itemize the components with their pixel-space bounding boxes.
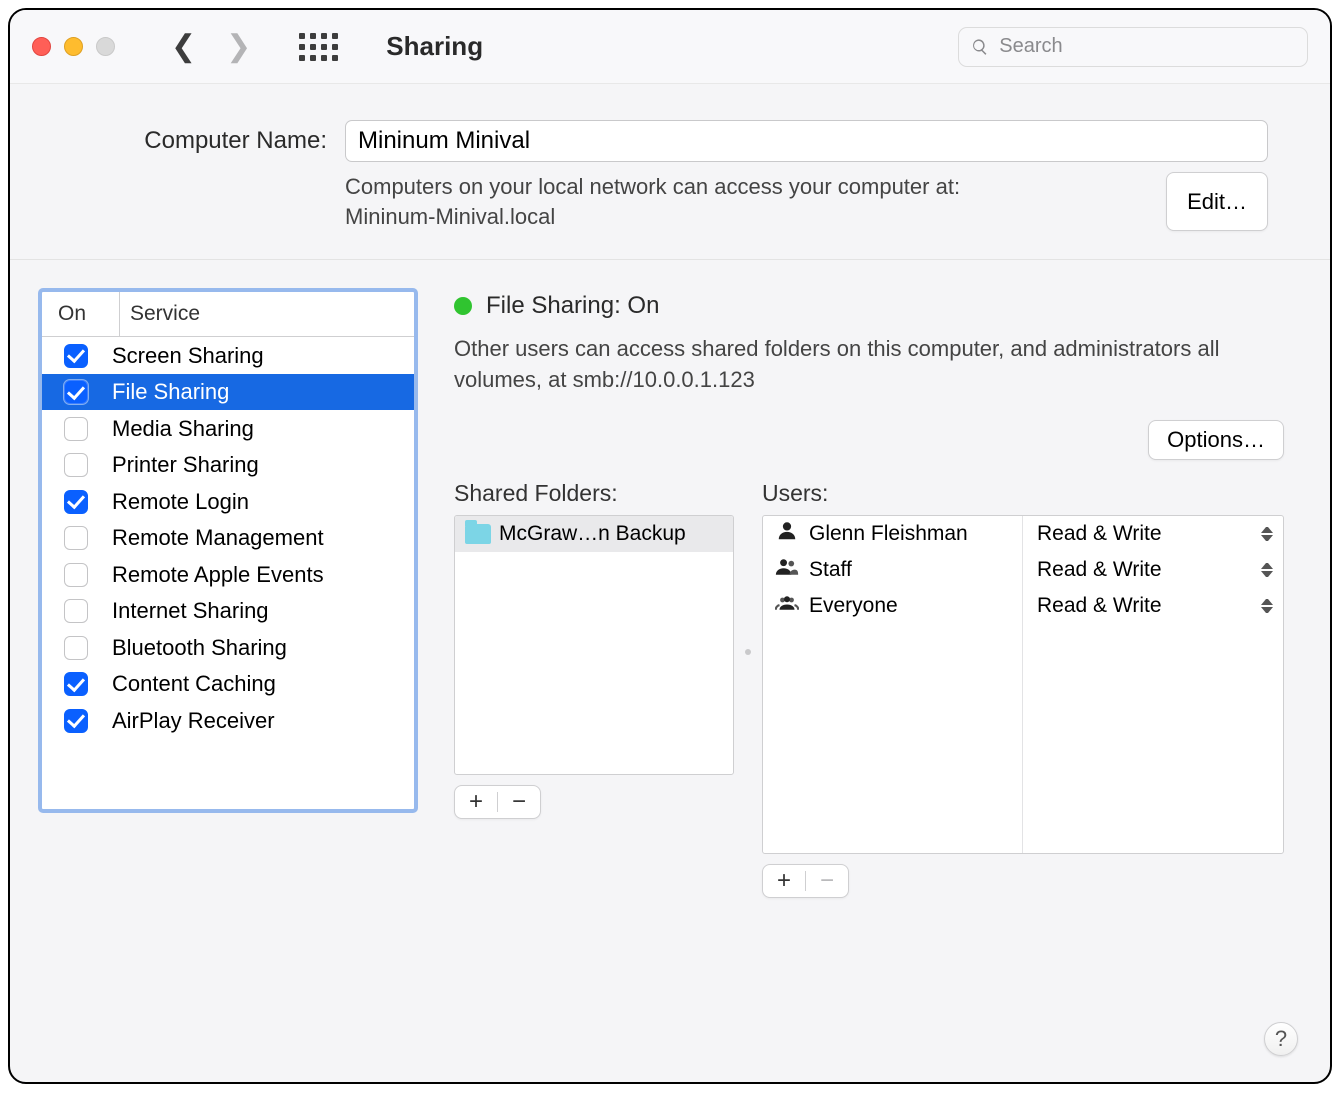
- service-name: Remote Management: [112, 525, 324, 551]
- service-name: Screen Sharing: [112, 343, 264, 369]
- status-description: Other users can access shared folders on…: [454, 334, 1254, 396]
- service-checkbox[interactable]: [64, 417, 88, 441]
- computer-name-label: Computer Name:: [72, 127, 327, 155]
- services-header-on: On: [42, 292, 120, 336]
- service-name: Internet Sharing: [112, 598, 269, 624]
- stepper-updown-icon: [1261, 563, 1273, 577]
- service-name: Printer Sharing: [112, 452, 259, 478]
- status-indicator-on-icon: [454, 297, 472, 315]
- status-line: File Sharing: On: [454, 292, 1284, 320]
- service-row[interactable]: Printer Sharing: [42, 447, 414, 484]
- service-checkbox[interactable]: [64, 599, 88, 623]
- service-row[interactable]: Bluetooth Sharing: [42, 629, 414, 666]
- sharing-preferences-window: ❮ ❯ Sharing Computer Name: Computers on …: [8, 8, 1332, 1084]
- folder-row[interactable]: McGraw…n Backup: [455, 516, 733, 552]
- titlebar: ❮ ❯ Sharing: [10, 10, 1330, 84]
- column-resize-grip-icon[interactable]: [745, 649, 751, 655]
- group-icon: [775, 556, 799, 584]
- shared-folders-label: Shared Folders:: [454, 480, 734, 507]
- service-checkbox[interactable]: [64, 490, 88, 514]
- services-list[interactable]: On Service Screen Sharing File Sharing Med…: [38, 288, 418, 813]
- remove-user-button: −: [806, 865, 848, 897]
- user-row[interactable]: Everyone: [763, 588, 1022, 624]
- service-checkbox[interactable]: [64, 563, 88, 587]
- users-list[interactable]: Glenn Fleishman Staff Everyone Read & Writ…: [762, 515, 1284, 854]
- service-checkbox[interactable]: [64, 344, 88, 368]
- service-row[interactable]: AirPlay Receiver: [42, 702, 414, 739]
- user-row[interactable]: Glenn Fleishman: [763, 516, 1022, 552]
- services-header-service: Service: [120, 292, 414, 336]
- service-row[interactable]: Remote Apple Events: [42, 556, 414, 593]
- service-name: File Sharing: [112, 379, 229, 405]
- edit-hostname-button[interactable]: Edit…: [1166, 172, 1268, 231]
- search-input[interactable]: [999, 35, 1295, 58]
- status-title: File Sharing: On: [486, 292, 659, 320]
- service-name: Media Sharing: [112, 416, 254, 442]
- folder-icon: [465, 524, 491, 544]
- person-icon: [775, 520, 799, 548]
- service-name: AirPlay Receiver: [112, 708, 275, 734]
- options-button[interactable]: Options…: [1148, 420, 1284, 460]
- permission-value: Read & Write: [1037, 594, 1162, 618]
- computer-name-input[interactable]: [345, 120, 1268, 162]
- permission-popup[interactable]: Read & Write: [1023, 552, 1283, 588]
- users-add-remove: + −: [762, 864, 849, 898]
- zoom-window-button[interactable]: [96, 37, 115, 56]
- folders-add-remove: + −: [454, 785, 541, 819]
- search-field[interactable]: [958, 27, 1308, 67]
- service-name: Remote Login: [112, 489, 249, 515]
- service-row[interactable]: Internet Sharing: [42, 593, 414, 630]
- service-name: Bluetooth Sharing: [112, 635, 287, 661]
- service-detail: File Sharing: On Other users can access …: [454, 288, 1284, 1054]
- user-name: Staff: [809, 558, 852, 582]
- add-folder-button[interactable]: +: [455, 786, 497, 818]
- service-name: Content Caching: [112, 671, 276, 697]
- service-checkbox[interactable]: [64, 672, 88, 696]
- traffic-lights: [32, 37, 115, 56]
- main-area: On Service Screen Sharing File Sharing Med…: [10, 260, 1330, 1082]
- computer-name-description: Computers on your local network can acce…: [345, 172, 960, 231]
- nav-arrows: ❮ ❯: [171, 32, 251, 62]
- folder-name: McGraw…n Backup: [499, 522, 686, 546]
- back-button[interactable]: ❮: [171, 32, 196, 62]
- computer-name-section: Computer Name: Computers on your local n…: [10, 84, 1330, 260]
- window-title: Sharing: [386, 31, 483, 62]
- permission-popup[interactable]: Read & Write: [1023, 516, 1283, 552]
- users-column: Users: Glenn Fleishman Staff Everyone Read…: [762, 480, 1284, 819]
- service-checkbox[interactable]: [64, 636, 88, 660]
- shared-folders-list[interactable]: McGraw…n Backup: [454, 515, 734, 775]
- service-row[interactable]: Content Caching: [42, 666, 414, 703]
- service-row[interactable]: Remote Login: [42, 483, 414, 520]
- stepper-updown-icon: [1261, 599, 1273, 613]
- permission-value: Read & Write: [1037, 522, 1162, 546]
- service-checkbox[interactable]: [64, 453, 88, 477]
- add-user-button[interactable]: +: [763, 865, 805, 897]
- service-checkbox[interactable]: [64, 380, 88, 404]
- show-all-prefs-button[interactable]: [299, 33, 338, 61]
- service-row[interactable]: Media Sharing: [42, 410, 414, 447]
- service-checkbox[interactable]: [64, 526, 88, 550]
- help-button[interactable]: ?: [1264, 1022, 1298, 1056]
- stepper-updown-icon: [1261, 527, 1273, 541]
- permission-value: Read & Write: [1037, 558, 1162, 582]
- search-icon: [971, 37, 989, 57]
- user-name: Glenn Fleishman: [809, 522, 968, 546]
- service-name: Remote Apple Events: [112, 562, 324, 588]
- shared-folders-column: Shared Folders: McGraw…n Backup + −: [454, 480, 734, 819]
- user-row[interactable]: Staff: [763, 552, 1022, 588]
- close-window-button[interactable]: [32, 37, 51, 56]
- user-name: Everyone: [809, 594, 898, 618]
- users-label: Users:: [762, 480, 1284, 507]
- minimize-window-button[interactable]: [64, 37, 83, 56]
- service-row[interactable]: Screen Sharing: [42, 337, 414, 374]
- services-header: On Service: [42, 292, 414, 337]
- group-icon: [775, 592, 799, 620]
- service-checkbox[interactable]: [64, 709, 88, 733]
- remove-folder-button[interactable]: −: [498, 786, 540, 818]
- service-row[interactable]: File Sharing: [42, 374, 414, 411]
- forward-button: ❯: [226, 32, 251, 62]
- service-row[interactable]: Remote Management: [42, 520, 414, 557]
- permission-popup[interactable]: Read & Write: [1023, 588, 1283, 624]
